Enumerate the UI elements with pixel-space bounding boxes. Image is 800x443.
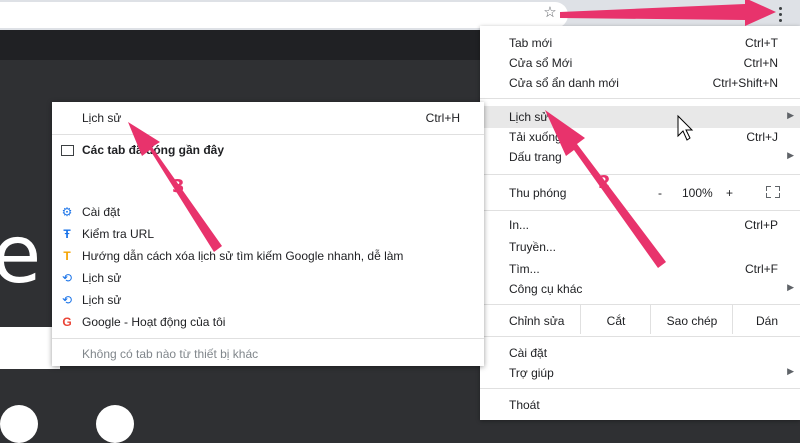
history-icon: ⟲ [61,271,73,285]
menu-item-history[interactable]: Lịch sử ▶ [480,106,800,128]
history-icon: ⟲ [61,293,73,307]
menu-item-help[interactable]: Trợ giúp ▶ [480,362,800,384]
submenu-arrow-icon: ▶ [787,150,794,160]
zoom-level: 100% [682,186,713,200]
menu-divider [480,388,800,389]
menu-item-print[interactable]: In... Ctrl+P [480,214,800,236]
menu-divider [480,210,800,211]
recently-closed-header: Các tab đã đóng gần đây [52,140,484,160]
menu-item-cast[interactable]: Truyền... [480,236,800,258]
google-icon: G [62,315,72,329]
page-shortcuts [0,405,200,443]
submenu-arrow-icon: ▶ [787,110,794,120]
menu-item-edit: Chỉnh sửa Cắt Sao chép Dán [480,304,800,334]
tab-icon [61,145,74,156]
history-entry[interactable]: Ŧ Kiểm tra URL [52,224,484,244]
menu-item-exit[interactable]: Thoát [480,394,800,416]
zoom-out-button[interactable]: - [658,186,662,200]
menu-item-more-tools[interactable]: Công cụ khác ▶ [480,278,800,300]
menu-divider [480,174,800,175]
page-logo-letter: e [0,208,42,301]
history-entry[interactable]: ⟲ Lịch sử [52,268,484,288]
gear-icon: ⚙ [61,205,73,219]
menu-divider [52,134,484,135]
zoom-in-button[interactable]: + [726,186,733,200]
menu-item-new-tab[interactable]: Tab mới Ctrl+T [480,32,800,54]
menu-item-downloads[interactable]: Tải xuống Ctrl+J [480,126,800,148]
address-bar[interactable] [0,2,568,28]
history-entry[interactable]: G Google - Hoạt động của tôi [52,312,484,332]
page-search-box[interactable] [0,327,60,369]
history-entry[interactable]: ⟲ Lịch sử [52,290,484,310]
menu-divider [480,98,800,99]
history-entry[interactable]: ⚙ Cài đặt [52,202,484,222]
copy-button[interactable]: Sao chép [650,304,733,334]
annotation-number-3: 3 [172,176,185,197]
cut-button[interactable]: Cắt [580,304,651,334]
submenu-arrow-icon: ▶ [787,366,794,376]
submenu-arrow-icon: ▶ [787,282,794,292]
menu-item-zoom: Thu phóng - 100% + [480,182,800,204]
history-submenu: Lịch sử Ctrl+H Các tab đã đóng gần đây ⚙ … [52,102,484,366]
history-title-item[interactable]: Lịch sử Ctrl+H [52,108,484,128]
menu-item-find[interactable]: Tìm... Ctrl+F [480,258,800,280]
history-entry[interactable]: T Hướng dẫn cách xóa lịch sử tìm kiếm Go… [52,246,484,266]
menu-item-new-window[interactable]: Cửa sổ Mới Ctrl+N [480,52,800,74]
more-vert-icon[interactable] [770,4,790,26]
url-check-icon: Ŧ [63,227,71,241]
chrome-main-menu: Tab mới Ctrl+T Cửa sổ Mới Ctrl+N Cửa sổ ẩn… [480,26,800,420]
bookmark-star-icon[interactable]: ☆ [540,3,560,23]
menu-item-incognito[interactable]: Cửa sổ ẩn danh mới Ctrl+Shift+N [480,72,800,94]
menu-item-settings[interactable]: Cài đặt [480,342,800,364]
menu-divider [480,336,800,337]
fullscreen-icon[interactable] [766,186,780,198]
menu-item-bookmarks[interactable]: Dấu trang ▶ [480,146,800,168]
site-favicon-icon: T [63,249,71,263]
menu-divider [52,338,484,339]
paste-button[interactable]: Dán [732,304,800,334]
annotation-number-2: 2 [598,172,611,193]
no-other-devices-text: Không có tab nào từ thiết bị khác [82,347,259,361]
